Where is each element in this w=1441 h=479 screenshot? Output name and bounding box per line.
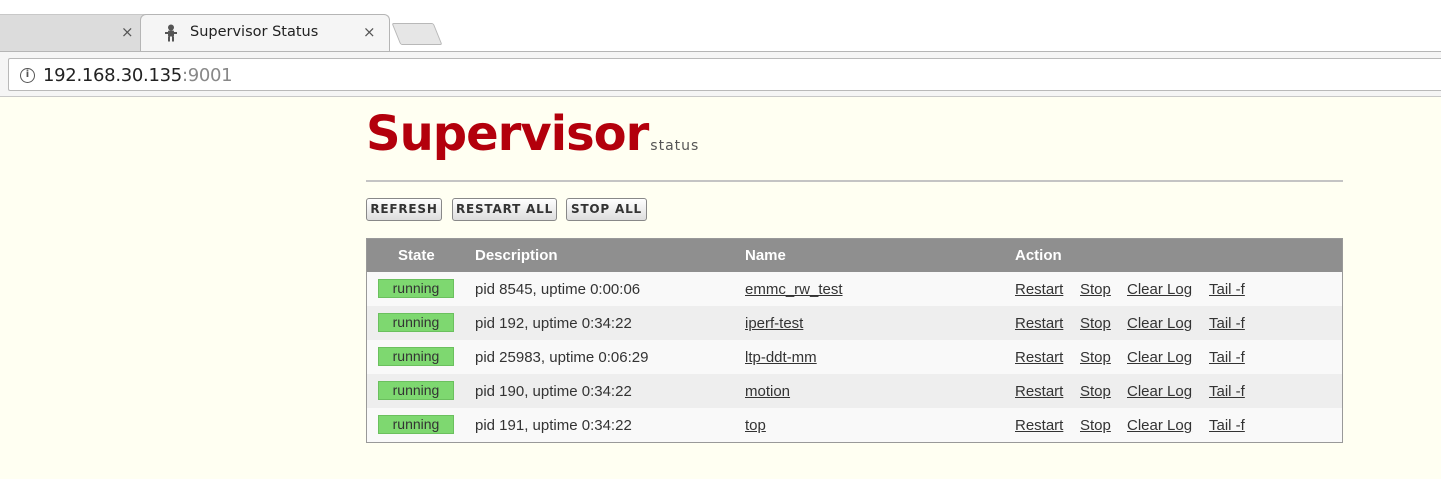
restart-link[interactable]: Restart xyxy=(1015,315,1063,332)
close-tab-icon[interactable]: × xyxy=(121,23,134,41)
logo-subtitle: status xyxy=(650,138,700,154)
clear-log-link[interactable]: Clear Log xyxy=(1127,417,1192,434)
supervisor-favicon-icon xyxy=(165,24,177,42)
header-action: Action xyxy=(1015,247,1062,264)
process-description: pid 191, uptime 0:34:22 xyxy=(475,417,632,434)
status-badge: running xyxy=(378,381,454,400)
status-badge: running xyxy=(378,279,454,298)
new-tab-button[interactable] xyxy=(391,23,443,45)
table-header: State Description Name Action xyxy=(367,239,1342,272)
close-tab-icon[interactable]: × xyxy=(363,23,376,41)
stop-link[interactable]: Stop xyxy=(1080,383,1111,400)
stop-link[interactable]: Stop xyxy=(1080,417,1111,434)
tail-link[interactable]: Tail -f xyxy=(1209,383,1245,400)
restart-link[interactable]: Restart xyxy=(1015,349,1063,366)
status-badge: running xyxy=(378,415,454,434)
process-description: pid 25983, uptime 0:06:29 xyxy=(475,349,649,366)
browser-tab-inactive[interactable]: × xyxy=(0,14,150,51)
tail-link[interactable]: Tail -f xyxy=(1209,315,1245,332)
status-badge: running xyxy=(378,347,454,366)
header-name: Name xyxy=(745,247,786,264)
table-row: running pid 25983, uptime 0:06:29 ltp-dd… xyxy=(367,340,1342,374)
clear-log-link[interactable]: Clear Log xyxy=(1127,349,1192,366)
stop-all-button[interactable]: STOP ALL xyxy=(566,198,647,221)
stop-link[interactable]: Stop xyxy=(1080,349,1111,366)
info-icon[interactable]: i xyxy=(20,68,35,83)
table-row: running pid 8545, uptime 0:00:06 emmc_rw… xyxy=(367,272,1342,306)
status-badge: running xyxy=(378,313,454,332)
process-name-link[interactable]: top xyxy=(745,417,766,434)
process-name-link[interactable]: motion xyxy=(745,383,790,400)
restart-link[interactable]: Restart xyxy=(1015,281,1063,298)
url-host: 192.168.30.135 xyxy=(43,65,182,86)
table-row: running pid 191, uptime 0:34:22 top Rest… xyxy=(367,408,1342,442)
process-description: pid 192, uptime 0:34:22 xyxy=(475,315,632,332)
logo-title: Supervisor xyxy=(366,106,649,162)
process-name-link[interactable]: iperf-test xyxy=(745,315,803,332)
tab-strip: × Supervisor Status × xyxy=(0,0,1441,51)
process-table: State Description Name Action running pi… xyxy=(366,238,1343,443)
process-name-link[interactable]: emmc_rw_test xyxy=(745,281,843,298)
clear-log-link[interactable]: Clear Log xyxy=(1127,383,1192,400)
clear-log-link[interactable]: Clear Log xyxy=(1127,315,1192,332)
restart-link[interactable]: Restart xyxy=(1015,383,1063,400)
header-divider xyxy=(366,180,1343,182)
stop-link[interactable]: Stop xyxy=(1080,315,1111,332)
header-description: Description xyxy=(475,247,558,264)
header-state: State xyxy=(398,247,435,264)
clear-log-link[interactable]: Clear Log xyxy=(1127,281,1192,298)
process-name-link[interactable]: ltp-ddt-mm xyxy=(745,349,817,366)
url-text[interactable]: 192.168.30.135:9001 xyxy=(43,65,233,86)
tab-title: Supervisor Status xyxy=(190,24,319,40)
restart-link[interactable]: Restart xyxy=(1015,417,1063,434)
address-bar[interactable]: i 192.168.30.135:9001 xyxy=(8,58,1441,91)
tail-link[interactable]: Tail -f xyxy=(1209,417,1245,434)
browser-tab-active[interactable]: Supervisor Status × xyxy=(140,14,390,51)
url-port: :9001 xyxy=(181,65,233,86)
tail-link[interactable]: Tail -f xyxy=(1209,281,1245,298)
restart-all-button[interactable]: RESTART ALL xyxy=(452,198,557,221)
stop-link[interactable]: Stop xyxy=(1080,281,1111,298)
table-row: running pid 192, uptime 0:34:22 iperf-te… xyxy=(367,306,1342,340)
browser-toolbar: i 192.168.30.135:9001 xyxy=(0,51,1441,97)
refresh-button[interactable]: REFRESH xyxy=(366,198,442,221)
process-description: pid 190, uptime 0:34:22 xyxy=(475,383,632,400)
supervisor-logo: Supervisor status xyxy=(366,106,699,170)
table-row: running pid 190, uptime 0:34:22 motion R… xyxy=(367,374,1342,408)
tail-link[interactable]: Tail -f xyxy=(1209,349,1245,366)
process-description: pid 8545, uptime 0:00:06 xyxy=(475,281,641,298)
